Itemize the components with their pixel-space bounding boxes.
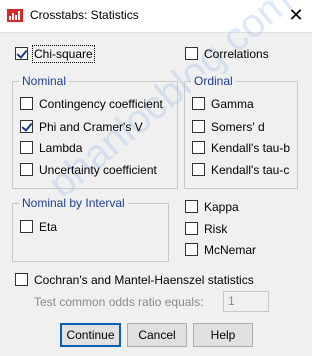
correlations-label: Correlations (204, 46, 269, 61)
cancel-button[interactable]: Cancel (127, 323, 187, 347)
contingency-coefficient-checkbox[interactable]: Contingency coefficient (20, 95, 163, 112)
checkbox-label: Kappa (204, 199, 239, 214)
nominal-group-label: Nominal (19, 74, 70, 88)
checkbox-label: Lambda (39, 140, 83, 155)
phi-cramers-v-checkbox[interactable]: Phi and Cramer's V (20, 118, 143, 135)
chi-square-box[interactable] (15, 47, 28, 60)
kendalls-tau-c-checkbox[interactable]: Kendall's tau-c (192, 161, 289, 178)
checkbox-label: Phi and Cramer's V (39, 119, 143, 134)
checkbox-box[interactable] (20, 97, 33, 110)
checkbox-box[interactable] (20, 141, 33, 154)
close-icon[interactable]: ✕ (286, 6, 306, 26)
odds-ratio-input[interactable]: 1 (223, 291, 269, 312)
checkbox-box[interactable] (192, 141, 205, 154)
lambda-checkbox[interactable]: Lambda (20, 139, 82, 156)
kappa-checkbox[interactable]: Kappa (185, 198, 239, 215)
checkbox-label: Risk (204, 221, 228, 236)
checkbox-label: McNemar (204, 242, 257, 257)
mcnemar-checkbox[interactable]: McNemar (185, 241, 256, 258)
spss-app-icon (7, 9, 23, 22)
kendalls-tau-b-checkbox[interactable]: Kendall's tau-b (192, 139, 290, 156)
checkbox-label: Gamma (211, 96, 254, 111)
checkbox-label: Somers' d (211, 119, 265, 134)
correlations-checkbox[interactable]: Correlations (185, 45, 269, 62)
checkbox-box[interactable] (20, 120, 33, 133)
correlations-box[interactable] (185, 47, 198, 60)
somers-d-checkbox[interactable]: Somers' d (192, 118, 265, 135)
checkbox-box[interactable] (192, 97, 205, 110)
title-bar: Crosstabs: Statistics ✕ (0, 0, 312, 32)
risk-checkbox[interactable]: Risk (185, 220, 227, 237)
uncertainty-coefficient-checkbox[interactable]: Uncertainty coefficient (20, 161, 157, 178)
checkbox-label: Kendall's tau-c (211, 162, 290, 177)
nominal-by-interval-group-label: Nominal by Interval (19, 196, 128, 210)
cochran-mantel-haenszel-checkbox[interactable]: Cochran's and Mantel-Haenszel statistics (15, 271, 254, 288)
chi-square-label: Chi-square (32, 44, 95, 63)
continue-button[interactable]: Continue (60, 323, 121, 347)
checkbox-box[interactable] (15, 273, 28, 286)
checkbox-box[interactable] (192, 163, 205, 176)
checkbox-box[interactable] (185, 200, 198, 213)
checkbox-box[interactable] (192, 120, 205, 133)
checkbox-label: Uncertainty coefficient (39, 162, 157, 177)
checkbox-label: Eta (39, 219, 58, 234)
checkbox-label: Contingency coefficient (39, 96, 163, 111)
checkbox-label: Cochran's and Mantel-Haenszel statistics (34, 272, 254, 287)
help-button[interactable]: Help (193, 323, 253, 347)
dialog-body: phanlocblog.com Chi-square Correlations … (0, 0, 312, 356)
gamma-checkbox[interactable]: Gamma (192, 95, 254, 112)
ordinal-group-label: Ordinal (191, 74, 236, 88)
chi-square-checkbox[interactable]: Chi-square (15, 44, 95, 63)
odds-ratio-label: Test common odds ratio equals: (34, 295, 204, 309)
checkbox-box[interactable] (20, 220, 33, 233)
checkbox-label: Kendall's tau-b (211, 140, 291, 155)
eta-checkbox[interactable]: Eta (20, 218, 57, 235)
checkbox-box[interactable] (185, 243, 198, 256)
checkbox-box[interactable] (20, 163, 33, 176)
window-title: Crosstabs: Statistics (30, 8, 139, 22)
checkbox-box[interactable] (185, 222, 198, 235)
